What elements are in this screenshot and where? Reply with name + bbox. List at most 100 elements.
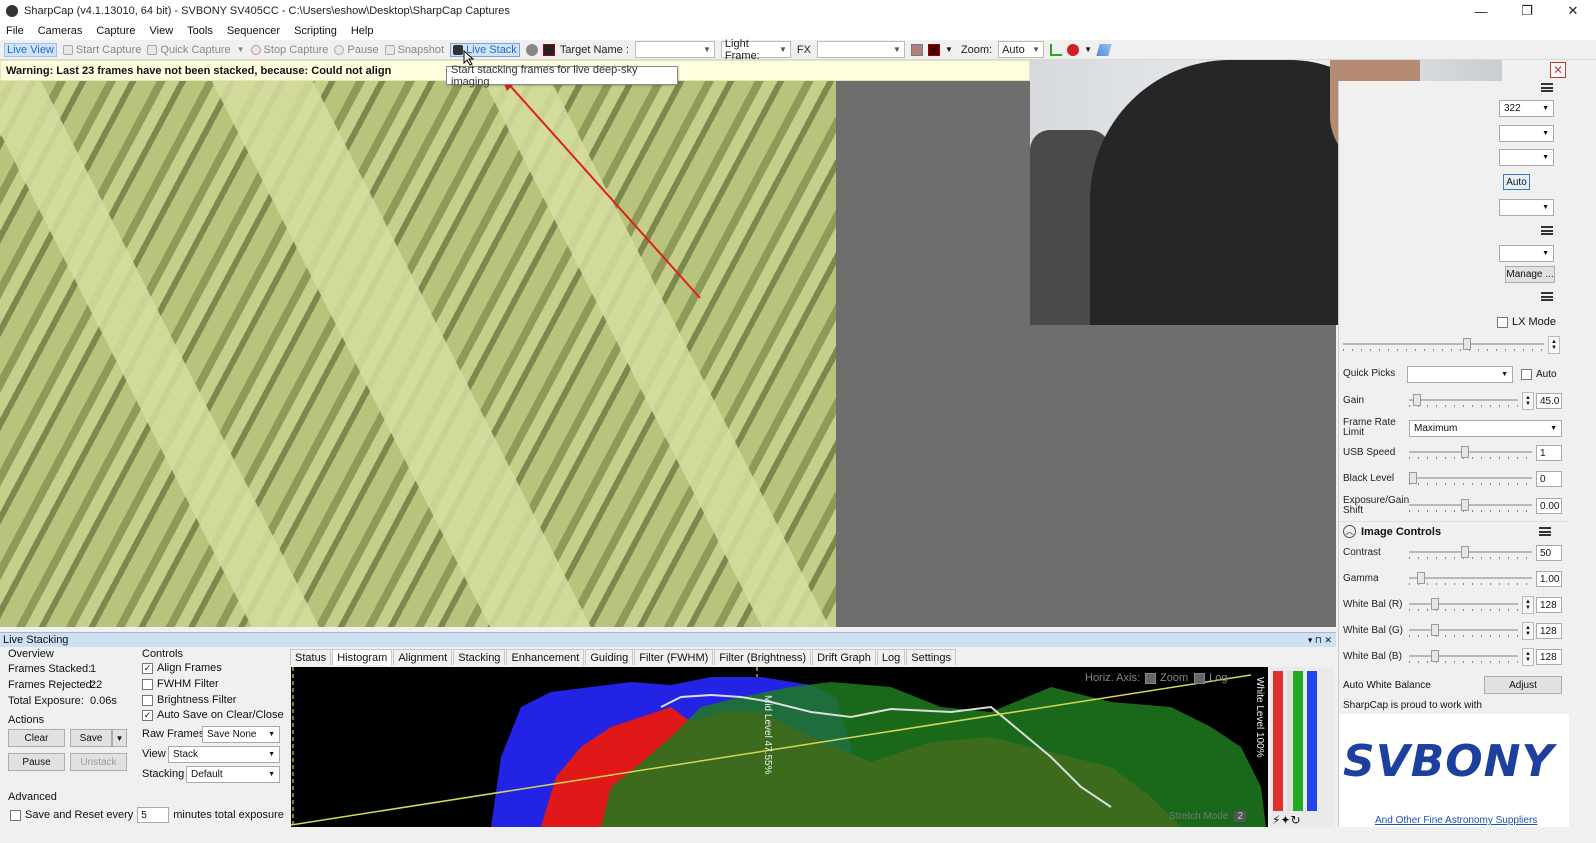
menu-tools[interactable]: Tools — [187, 25, 213, 37]
black-level-value[interactable]: 0 — [1536, 471, 1562, 487]
exposure-slider[interactable] — [1343, 338, 1544, 352]
green-level-slider[interactable] — [1293, 671, 1303, 811]
tab-status[interactable]: Status — [290, 649, 332, 665]
binning-combo[interactable]: ▼ — [1499, 149, 1554, 166]
pause-stacking-button[interactable]: Pause — [8, 753, 65, 771]
capture-area-combo[interactable]: 322 ▼ — [1499, 100, 1554, 117]
overlay-icon[interactable] — [927, 43, 940, 56]
exposure-auto-button[interactable]: Auto — [1503, 174, 1530, 190]
contrast-slider[interactable] — [1409, 546, 1532, 560]
menu-help[interactable]: Help — [351, 25, 374, 37]
section-menu-icon[interactable] — [1541, 292, 1553, 301]
stacking-combo[interactable]: Default ▼ — [186, 766, 280, 783]
gain-slider[interactable] — [1409, 394, 1518, 408]
save-reset-value[interactable]: 5 — [137, 807, 170, 823]
quick-capture-button[interactable]: Quick Capture ▼ — [147, 44, 245, 56]
save-dropdown-icon[interactable]: ▼ — [112, 729, 127, 747]
histogram-icon[interactable] — [1050, 43, 1063, 56]
frame-type-combo[interactable]: Light Frame: ▼ — [720, 38, 791, 62]
focus-assist-icon[interactable] — [1067, 43, 1080, 56]
pin-icon[interactable]: ▾ ⊓ ✕ — [1308, 635, 1332, 646]
tab-log[interactable]: Log — [876, 649, 906, 665]
tab-filter-brightness[interactable]: Filter (Brightness) — [714, 649, 812, 665]
suppliers-link[interactable]: And Other Fine Astronomy Suppliers — [1375, 815, 1537, 826]
clear-button[interactable]: Clear — [8, 729, 65, 747]
stretch-mode-value[interactable]: 2 — [1234, 811, 1247, 822]
log-checkbox[interactable] — [1194, 672, 1206, 684]
blue-level-slider[interactable] — [1307, 671, 1317, 811]
save-button[interactable]: Save — [70, 729, 112, 747]
brightness-filter-checkbox[interactable]: Brightness Filter — [142, 694, 236, 706]
zoom-combo[interactable]: Auto ▼ — [998, 41, 1045, 58]
minimize-button[interactable]: — — [1458, 0, 1504, 22]
white-bal-r-spinner[interactable]: ▲ ▼ — [1522, 596, 1534, 614]
align-frames-checkbox[interactable]: ✓ Align Frames — [142, 662, 222, 674]
white-bal-b-slider[interactable] — [1409, 650, 1518, 664]
white-bal-g-spinner[interactable]: ▲ ▼ — [1522, 622, 1534, 640]
tab-histogram[interactable]: Histogram — [332, 649, 393, 665]
target-name-combo[interactable]: ▼ — [634, 41, 715, 58]
chevron-down-icon[interactable]: ▼ — [1084, 45, 1092, 54]
output-format-combo[interactable]: ▼ — [1499, 199, 1554, 216]
quick-picks-auto-checkbox[interactable] — [1521, 368, 1532, 380]
warning-close-button[interactable]: ✕ — [1550, 62, 1566, 78]
pause-button[interactable]: Pause — [334, 44, 379, 56]
collapse-icon[interactable]: ︿ — [1343, 525, 1356, 538]
save-reset-checkbox[interactable] — [10, 809, 21, 821]
tab-stacking[interactable]: Stacking — [453, 649, 506, 665]
gain-value[interactable]: 45.0 — [1536, 393, 1562, 409]
exposure-gain-slider[interactable] — [1409, 499, 1532, 513]
snapshot-button[interactable]: Snapshot — [384, 44, 444, 56]
live-view-button[interactable]: Live View — [4, 42, 57, 57]
gain-spinner[interactable]: ▲ ▼ — [1522, 392, 1534, 410]
tab-alignment[interactable]: Alignment — [393, 649, 453, 665]
white-bal-b-value[interactable]: 128 — [1536, 649, 1562, 665]
exposure-gain-value[interactable]: 0.00 — [1536, 498, 1562, 514]
auto-save-checkbox[interactable]: ✓ Auto Save on Clear/Close — [142, 709, 284, 721]
fwhm-filter-checkbox[interactable]: FWHM Filter — [142, 678, 219, 690]
annotate-icon[interactable] — [1096, 43, 1112, 56]
menu-sequencer[interactable]: Sequencer — [227, 25, 280, 37]
reset-icons[interactable]: ⚡✦↻ — [1272, 813, 1301, 827]
filter-combo[interactable]: ▼ — [1499, 245, 1554, 262]
image-controls-header[interactable]: ︿ Image Controls — [1339, 521, 1569, 541]
polar-align-icon[interactable] — [525, 43, 538, 56]
live-stack-button[interactable]: Live Stack — [450, 42, 520, 57]
menu-capture[interactable]: Capture — [96, 25, 135, 37]
gamma-value[interactable]: 1.00 — [1536, 571, 1562, 587]
adjust-button[interactable]: Adjust — [1484, 676, 1562, 694]
menu-cameras[interactable]: Cameras — [38, 25, 83, 37]
zoom-checkbox[interactable] — [1145, 672, 1157, 684]
gamma-slider[interactable] — [1409, 572, 1532, 586]
tab-drift-graph[interactable]: Drift Graph — [812, 649, 876, 665]
raw-frames-combo[interactable]: Save None ▼ — [202, 726, 280, 743]
chevron-down-icon[interactable]: ▼ — [945, 45, 953, 54]
white-bal-g-value[interactable]: 128 — [1536, 623, 1562, 639]
menu-file[interactable]: File — [6, 25, 24, 37]
lx-mode-checkbox[interactable]: LX Mode — [1497, 316, 1556, 328]
view-combo[interactable]: Stack ▼ — [168, 746, 280, 763]
tab-guiding[interactable]: Guiding — [585, 649, 634, 665]
tab-filter-fwhm[interactable]: Filter (FWHM) — [634, 649, 714, 665]
black-level-slider[interactable] — [1409, 472, 1532, 486]
histogram-display[interactable]: Horiz. Axis: Zoom Log Mid Level 47.55% W… — [291, 667, 1268, 827]
frame-rate-combo[interactable]: Maximum ▼ — [1409, 419, 1562, 437]
section-menu-icon[interactable] — [1539, 527, 1551, 536]
tab-settings[interactable]: Settings — [906, 649, 956, 665]
menu-view[interactable]: View — [150, 25, 174, 37]
red-level-slider[interactable] — [1273, 671, 1283, 811]
panel-menu-icon[interactable] — [1541, 83, 1553, 92]
quick-picks-combo[interactable]: ▼ — [1407, 365, 1513, 383]
white-bal-g-slider[interactable] — [1409, 624, 1518, 638]
reticle-color-icon[interactable] — [910, 43, 923, 56]
white-bal-r-slider[interactable] — [1409, 598, 1518, 612]
white-bal-b-spinner[interactable]: ▲ ▼ — [1522, 648, 1534, 666]
stop-capture-button[interactable]: Stop Capture — [250, 44, 328, 56]
menu-scripting[interactable]: Scripting — [294, 25, 337, 37]
section-menu-icon[interactable] — [1541, 226, 1553, 235]
colour-space-combo[interactable]: ▼ — [1499, 125, 1554, 142]
usb-speed-slider[interactable] — [1409, 446, 1532, 460]
tab-enhancement[interactable]: Enhancement — [506, 649, 585, 665]
white-bal-r-value[interactable]: 128 — [1536, 597, 1562, 613]
contrast-value[interactable]: 50 — [1536, 545, 1562, 561]
